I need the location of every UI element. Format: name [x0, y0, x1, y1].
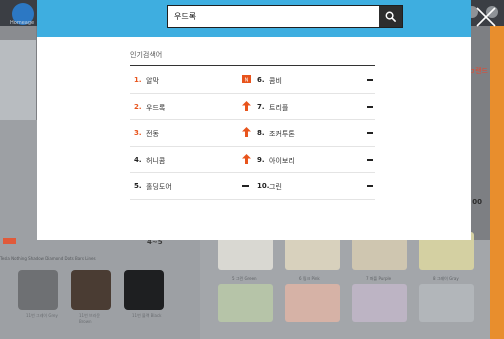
popular-search-item[interactable]: 8. 조커투톤 — [238, 120, 375, 147]
rank-term: 콤비 — [269, 77, 282, 85]
color-grid-item[interactable]: 8 그레이 Gray — [419, 276, 474, 322]
rank-term: 알막 — [146, 77, 159, 85]
color-grid-item[interactable]: 6 핑크 Pink — [285, 276, 340, 322]
rank-term: 트리플 — [269, 103, 289, 112]
rank-change-dash — [367, 158, 373, 161]
search-input[interactable] — [168, 6, 380, 27]
popular-search-item[interactable]: 3. 전동 — [130, 120, 238, 147]
trend-up-icon — [242, 127, 251, 137]
popular-search-title: 인기검색어 — [130, 51, 163, 59]
swatch-color — [124, 270, 164, 310]
background-filter-text: Tesla Nothing Shadow Diamond Dots Bars L… — [0, 256, 96, 261]
popular-search-item[interactable]: N 6. 콤비 — [238, 67, 375, 94]
color-grid-item[interactable]: 5 그린 Green — [218, 276, 273, 322]
rank-term: 우드록 — [146, 103, 166, 112]
color-grid-swatch — [419, 284, 474, 322]
color-grid-label: 8 그레이 Gray — [433, 276, 459, 281]
swatch-label: 11번 브라운 Brown — [79, 313, 101, 324]
rank-term: 조커투톤 — [269, 130, 295, 138]
right-banner-text: ㅁ랜드 — [468, 67, 488, 75]
rank-change-dash — [367, 105, 373, 108]
rank-number: 7. — [257, 102, 265, 111]
rank-number: 5. — [134, 182, 142, 190]
rank-term: 홀딩도어 — [146, 183, 172, 191]
color-grid-item[interactable]: 7 퍼플 Purple — [352, 276, 407, 322]
rank-number: 9. — [257, 155, 265, 164]
popular-search-item[interactable]: 9. 아이보리 — [238, 147, 375, 173]
swatch-label: 11번 그레이 Grey — [26, 313, 58, 318]
popular-search-item[interactable]: 7. 트리플 — [238, 94, 375, 120]
trend-up-icon — [242, 153, 251, 164]
popular-search-item[interactable]: 5. 홀딩도어 — [130, 173, 249, 200]
color-grid-label: 5 그린 Green — [232, 276, 257, 281]
swatch-item[interactable]: 11번 블랙 Black — [124, 270, 164, 318]
right-banner[interactable] — [490, 26, 504, 339]
rank-number: 3. — [134, 129, 142, 137]
trend-new-icon: N — [242, 75, 251, 83]
color-grid-label: 6 핑크 Pink — [299, 276, 320, 281]
rank-number: 1. — [134, 76, 142, 84]
search-button[interactable] — [379, 6, 402, 27]
popular-search-item[interactable]: 2. 우드록 — [130, 94, 238, 120]
search-panel: 인기검색어 1. 알막 2. 우드록 3. 전동 4. 허니콤 5. 홀딩도어 N 6. 콤비 7. 트리… — [37, 37, 471, 240]
close-icon[interactable] — [475, 6, 497, 28]
swatch-label: 11번 블랙 Black — [132, 313, 162, 318]
search-box — [167, 5, 403, 28]
rank-number: 10. — [257, 182, 270, 190]
popular-search-item[interactable]: 1. 알막 — [130, 67, 238, 94]
popular-list-left: 1. 알막 2. 우드록 3. 전동 4. 허니콤 5. 홀딩도어 — [130, 67, 249, 200]
search-icon — [385, 11, 396, 22]
rank-number: 2. — [134, 102, 142, 111]
rank-change-dash — [367, 79, 373, 81]
rank-term: 그린 — [269, 183, 282, 191]
background-color-grid: 1 화이트 White2 아이보리 Ivory3 베이지 Beige4 레몬 L… — [218, 224, 474, 322]
background-swatches: 11번 그레이 Grey 11번 브라운 Brown 11번 블랙 Black — [18, 270, 164, 324]
popular-divider — [130, 65, 375, 66]
rank-change-dash — [367, 132, 373, 134]
color-grid-swatch — [218, 284, 273, 322]
trend-new-label: N — [245, 77, 249, 83]
rank-term: 허니콤 — [146, 156, 166, 165]
trend-same-icon — [242, 185, 249, 187]
sale-tag — [3, 238, 16, 244]
color-grid-label: 7 퍼플 Purple — [366, 276, 392, 281]
trend-up-icon — [242, 100, 251, 111]
color-grid-swatch — [285, 284, 340, 322]
rank-term: 아이보리 — [269, 156, 295, 165]
rank-change-dash — [367, 185, 373, 187]
popular-search-item[interactable]: 10. 그린 — [238, 173, 375, 200]
swatch-item[interactable]: 11번 그레이 Grey — [18, 270, 58, 318]
rank-term: 전동 — [146, 130, 159, 138]
search-header-bar — [37, 0, 496, 37]
right-price: 00 — [472, 198, 482, 206]
swatch-color — [71, 270, 111, 310]
swatch-color — [18, 270, 58, 310]
rank-number: 4. — [134, 155, 142, 164]
popular-search-item[interactable]: 4. 허니콤 — [130, 147, 238, 173]
rank-number: 8. — [257, 129, 265, 137]
rank-number: 6. — [257, 76, 265, 84]
swatch-item[interactable]: 11번 브라운 Brown — [71, 270, 111, 324]
popular-list-right: N 6. 콤비 7. 트리플 8. 조커투톤 9. 아이보리 10. 그린 — [238, 67, 375, 200]
color-grid-swatch — [352, 284, 407, 322]
